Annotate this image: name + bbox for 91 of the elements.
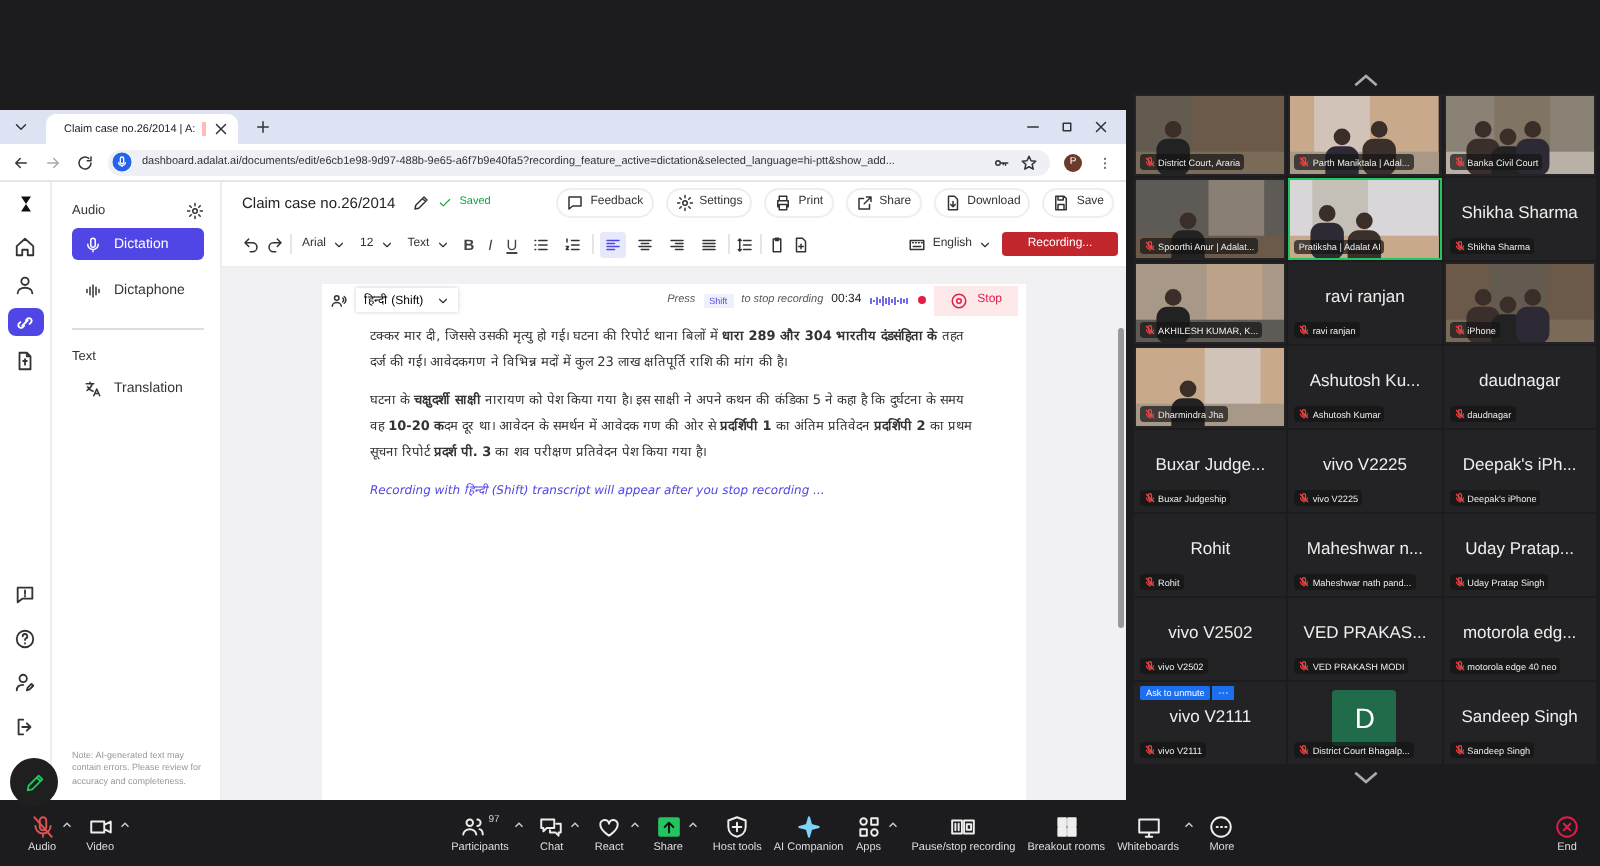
participant-name: vivo V2111: [1169, 705, 1252, 725]
caret-icon[interactable]: [12, 118, 30, 136]
participant-name: vivo V2502: [1168, 621, 1253, 641]
restore-icon[interactable]: [1058, 118, 1076, 136]
grid-icon: [1053, 813, 1080, 839]
pencil-icon: [23, 771, 45, 793]
align-right-icon: [667, 235, 686, 253]
waveform-icon: [869, 293, 910, 307]
plus-icon[interactable]: [254, 118, 272, 136]
shield-icon: [724, 813, 751, 839]
download-icon: [943, 193, 962, 211]
keyboard-icon: [908, 235, 927, 253]
more-icon: [1216, 686, 1231, 700]
participant-name: Shikha Sharma: [1461, 201, 1578, 221]
logout-icon[interactable]: [14, 716, 36, 738]
caret-icon[interactable]: [568, 817, 583, 831]
link-icon: [14, 311, 36, 333]
participant-name: VED PRAKAS...: [1303, 621, 1427, 641]
apps-icon: [855, 813, 882, 839]
star-icon[interactable]: [1020, 153, 1038, 171]
bullet-list-icon: [531, 235, 550, 253]
chat-icon: [538, 813, 565, 839]
participant-name: motorola edg...: [1462, 621, 1577, 641]
caret-icon: [379, 237, 394, 251]
waveform-icon: [84, 281, 102, 299]
pencil-icon[interactable]: [411, 193, 430, 211]
participant-name: Rohit: [1190, 537, 1231, 557]
sparkle-icon: [795, 813, 822, 839]
settings-icon[interactable]: [186, 202, 204, 220]
user-edit-icon[interactable]: [14, 672, 36, 694]
caret-icon[interactable]: [60, 817, 75, 831]
home-icon: [14, 235, 36, 257]
translate-icon: [84, 379, 102, 397]
participant-name: Ashutosh Ku...: [1309, 369, 1421, 389]
message-icon[interactable]: [14, 584, 36, 606]
share-screen-icon: [655, 813, 682, 839]
align-justify-icon: [699, 235, 718, 253]
microphone-icon: [112, 152, 132, 172]
participant-name: Uday Pratap...: [1465, 537, 1574, 557]
caret-icon: [435, 237, 450, 251]
numbered-list-icon: [563, 235, 582, 253]
participants-icon: [460, 813, 487, 839]
participant-name: Sandeep Singh: [1461, 705, 1578, 725]
document-plus-icon[interactable]: [791, 235, 810, 253]
caret-icon: [435, 293, 450, 307]
hourglass-icon[interactable]: [15, 194, 35, 214]
more-button[interactable]: [1212, 686, 1235, 700]
document-icon: [14, 349, 36, 371]
caret-icon: [332, 237, 347, 251]
share-icon: [855, 193, 874, 211]
settings-icon: [675, 193, 694, 211]
caret-icon[interactable]: [1182, 817, 1197, 831]
participant-name: daudnagar: [1479, 369, 1561, 389]
person-icon: [14, 273, 36, 295]
align-center-icon: [635, 235, 654, 253]
participant-name: Deepak's iPh...: [1462, 453, 1577, 473]
printer-icon: [774, 193, 793, 211]
scrollbar-thumb[interactable]: [1118, 328, 1124, 628]
undo-icon[interactable]: [242, 235, 260, 253]
message-icon: [566, 193, 585, 211]
stop-icon: [949, 291, 968, 309]
align-left-icon: [603, 235, 622, 253]
participant-name: Buxar Judge...: [1155, 453, 1266, 473]
caret-icon: [978, 237, 992, 251]
nav-button[interactable]: [7, 308, 43, 336]
redo-icon[interactable]: [266, 235, 284, 253]
caret-icon[interactable]: [627, 817, 642, 831]
participant-avatar: D: [1332, 689, 1397, 745]
speaker-icon: [330, 291, 348, 309]
clipboard-icon[interactable]: [767, 235, 786, 253]
participant-name: ravi ranjan: [1325, 285, 1405, 305]
monitor-icon: [1135, 813, 1161, 839]
more-icon: [1208, 813, 1235, 839]
caret-icon[interactable]: [512, 817, 527, 831]
align-button[interactable]: [599, 231, 626, 257]
help-icon[interactable]: [14, 628, 36, 650]
end-call-icon: [1554, 813, 1581, 839]
heart-icon: [596, 813, 623, 839]
microphone-icon: [84, 235, 102, 253]
check-icon: [437, 195, 452, 209]
close-icon[interactable]: [1092, 118, 1110, 136]
participant-name: Maheshwar n...: [1306, 537, 1424, 557]
caret-icon[interactable]: [118, 817, 133, 831]
line-spacing-icon[interactable]: [735, 235, 754, 253]
recording-dot: [917, 296, 926, 304]
caret-icon[interactable]: [686, 817, 701, 831]
back-icon[interactable]: [12, 153, 30, 171]
reload-icon[interactable]: [76, 153, 94, 171]
participant-name: vivo V2225: [1322, 453, 1408, 473]
close-icon[interactable]: [211, 120, 230, 138]
caret-icon[interactable]: [885, 817, 900, 831]
